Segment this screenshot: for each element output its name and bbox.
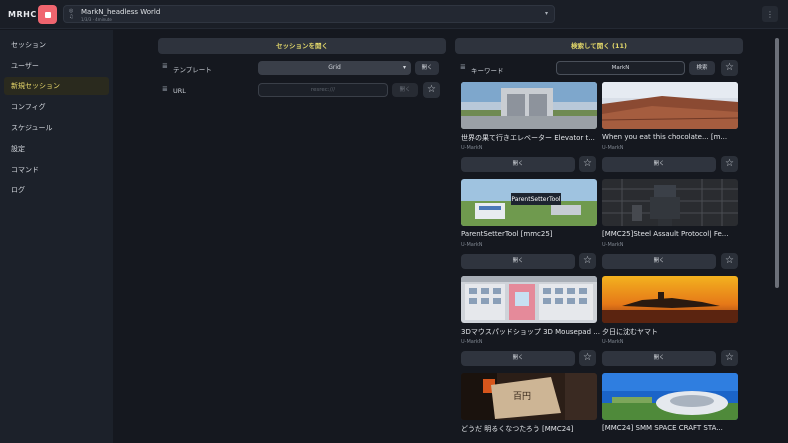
card-title: [MMC24] SMM SPACE CRAFT STA... — [602, 424, 723, 432]
sidebar-item-settings[interactable]: 設定 — [4, 140, 109, 158]
star-icon[interactable]: ☆ — [423, 82, 440, 98]
thumbnail-caption: 百円 — [513, 391, 531, 402]
app-header: MRHC ◎ ♫ MarkN_headless World 1/3/3 · 4mi… — [0, 0, 788, 29]
card-open-button[interactable]: 開く — [461, 351, 575, 366]
open-session-button[interactable]: セッションを開く — [158, 38, 446, 54]
card-author: U-MarkN — [602, 242, 624, 248]
template-open-button[interactable]: 開く — [415, 61, 439, 75]
more-menu-button[interactable]: ⋮ — [762, 6, 778, 22]
card-thumbnail-steel-assault[interactable] — [602, 179, 738, 226]
card-open-button[interactable]: 開く — [602, 351, 716, 366]
star-icon[interactable]: ☆ — [721, 60, 738, 76]
card-author: U-MarkN — [602, 339, 624, 345]
card-open-button[interactable]: 開く — [461, 157, 575, 172]
app-brand: MRHC — [8, 10, 37, 19]
globe-icon: ◎ ♫ — [69, 8, 74, 20]
url-input[interactable]: resrec:/// — [258, 83, 388, 97]
card-title: ParentSetterTool [mmc25] — [461, 230, 553, 238]
card-author: U-MarkN — [461, 339, 483, 345]
template-label: テンプレート — [173, 66, 212, 74]
search-open-button[interactable]: 検索して開く (11) — [455, 38, 743, 54]
star-icon[interactable]: ☆ — [721, 253, 738, 269]
star-icon[interactable]: ☆ — [721, 156, 738, 172]
session-sub: 1/3/3 · 4minute — [81, 17, 112, 22]
card-title: [MMC25]Steel Assault Protocol| Fe... — [602, 230, 729, 238]
template-value: Grid — [328, 64, 341, 71]
sidebar: セッション ユーザー 新規セッション コンフィグ スケジュール 設定 コマンド … — [0, 30, 113, 443]
card-thumbnail-chocolate[interactable] — [602, 82, 738, 129]
url-label: URL — [173, 87, 186, 95]
sidebar-item-sessions[interactable]: セッション — [4, 36, 109, 54]
star-icon[interactable]: ☆ — [579, 156, 596, 172]
card-title: 世界の果て行きエレベーター Elevator t... — [461, 134, 595, 142]
card-title: 夕日に沈むヤマト — [602, 328, 658, 336]
star-icon[interactable]: ☆ — [579, 253, 596, 269]
search-button[interactable]: 検索 — [689, 61, 715, 75]
stop-session-button[interactable] — [38, 5, 57, 24]
card-open-button[interactable]: 開く — [602, 157, 716, 172]
thumbnail-caption: ParentSetterTool — [511, 196, 561, 203]
list-icon: ≣ — [162, 62, 168, 70]
scrollbar-thumb[interactable] — [775, 38, 779, 288]
session-selector[interactable]: ◎ ♫ MarkN_headless World 1/3/3 · 4minute … — [63, 5, 555, 23]
card-thumbnail-yamato[interactable] — [602, 276, 738, 323]
sidebar-item-new-session[interactable]: 新規セッション — [4, 77, 109, 95]
card-open-button[interactable]: 開く — [602, 254, 716, 269]
chevron-down-icon: ▾ — [544, 10, 548, 17]
star-icon[interactable]: ☆ — [579, 350, 596, 366]
card-title: 3Dマウスパッドショップ 3D Mousepad ... — [461, 328, 600, 336]
sidebar-item-logs[interactable]: ログ — [4, 181, 109, 199]
card-title: When you eat this chocolate... [m... — [602, 133, 728, 141]
card-thumbnail-akaruku[interactable]: 百円 — [461, 373, 597, 420]
card-thumbnail-mousepad-shop[interactable] — [461, 276, 597, 323]
url-open-button[interactable]: 開く — [392, 83, 418, 97]
session-name: MarkN_headless World — [81, 8, 161, 16]
sidebar-item-config[interactable]: コンフィグ — [4, 98, 109, 116]
keyword-label: キーワード — [471, 67, 504, 75]
card-thumbnail-parentsetter[interactable]: ParentSetterTool — [461, 179, 597, 226]
star-icon[interactable]: ☆ — [721, 350, 738, 366]
sidebar-item-schedule[interactable]: スケジュール — [4, 119, 109, 137]
sidebar-item-commands[interactable]: コマンド — [4, 161, 109, 179]
card-thumbnail-space-craft[interactable] — [602, 373, 738, 420]
sidebar-item-users[interactable]: ユーザー — [4, 57, 109, 75]
card-author: U-MarkN — [461, 145, 483, 151]
list-icon: ≣ — [460, 63, 466, 71]
keyword-input[interactable]: MarkN — [556, 61, 685, 75]
stop-icon — [44, 11, 51, 18]
card-author: U-MarkN — [602, 145, 624, 151]
chevron-down-icon: ▾ — [402, 64, 406, 71]
card-open-button[interactable]: 開く — [461, 254, 575, 269]
list-icon: ≣ — [162, 85, 168, 93]
template-select[interactable]: Grid ▾ — [258, 61, 411, 75]
card-title: どうだ 明るくなつたろう [MMC24] — [461, 425, 574, 433]
card-thumbnail-elevator[interactable] — [461, 82, 597, 129]
card-author: U-MarkN — [461, 242, 483, 248]
